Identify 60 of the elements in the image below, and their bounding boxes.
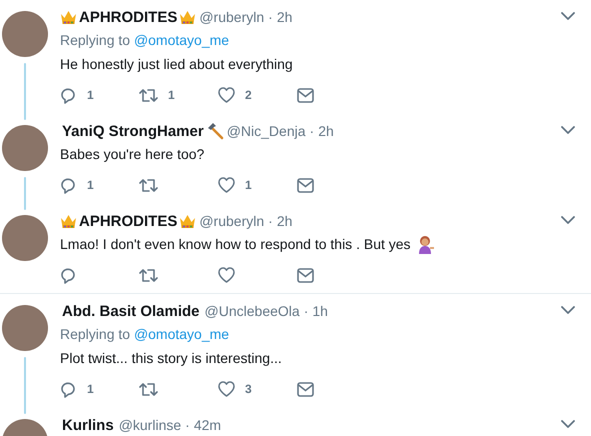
- separator-dot: ·: [185, 417, 190, 433]
- user-name[interactable]: YaniQ StrongHamer: [62, 122, 204, 140]
- retweet-icon[interactable]: [139, 266, 158, 284]
- separator-dot: ·: [268, 213, 273, 229]
- heart-icon[interactable]: [218, 267, 235, 283]
- tweet-text: Babes you're here too?: [60, 145, 204, 164]
- chevron-down-icon[interactable]: [561, 126, 575, 135]
- mention-link[interactable]: @omotayo_me: [134, 326, 230, 342]
- tweet-text: Plot twist... this story is interesting...: [60, 349, 282, 368]
- envelope-icon[interactable]: [297, 88, 314, 102]
- action-count: 1: [168, 88, 175, 102]
- envelope-icon[interactable]: [297, 268, 314, 282]
- replying-to-text: Replying to @omotayo_me: [60, 31, 230, 50]
- replying-to-text: Replying to @omotayo_me: [60, 325, 230, 344]
- avatar[interactable]: [2, 305, 48, 351]
- chevron-down-icon[interactable]: [561, 216, 575, 225]
- user-handle[interactable]: @Nic_Denja: [226, 123, 306, 139]
- retweet-icon[interactable]: [139, 380, 158, 398]
- timestamp[interactable]: 2h: [276, 213, 292, 229]
- reply-icon[interactable]: [60, 86, 77, 104]
- timestamp[interactable]: 2h: [276, 9, 292, 25]
- timestamp[interactable]: 42m: [194, 417, 222, 433]
- envelope-icon[interactable]: [297, 178, 314, 192]
- chevron-down-icon[interactable]: [561, 306, 575, 315]
- action-count: 2: [245, 88, 252, 102]
- user-name[interactable]: APHRODITES: [79, 212, 178, 230]
- heart-icon[interactable]: [218, 381, 235, 397]
- avatar[interactable]: [2, 125, 48, 171]
- retweet-icon[interactable]: [139, 176, 158, 194]
- reply-icon[interactable]: [60, 380, 77, 398]
- action-count: 1: [87, 382, 94, 396]
- retweet-icon[interactable]: [139, 86, 158, 104]
- separator-dot: ·: [268, 9, 273, 25]
- tweet-text: Lmao! I don't even know how to respond to this . But yes: [60, 235, 411, 254]
- envelope-icon[interactable]: [297, 382, 314, 396]
- tweet-text: He honestly just lied about everything: [60, 55, 293, 74]
- reply-icon[interactable]: [60, 266, 77, 284]
- user-handle[interactable]: @ruberyln: [199, 213, 264, 229]
- user-name[interactable]: Kurlins: [62, 416, 114, 434]
- chevron-down-icon[interactable]: [561, 420, 575, 429]
- action-count: 3: [245, 382, 252, 396]
- mention-link[interactable]: @omotayo_me: [134, 32, 230, 48]
- chevron-down-icon[interactable]: [561, 12, 575, 21]
- avatar[interactable]: [2, 215, 48, 261]
- heart-icon[interactable]: [218, 177, 235, 193]
- avatar[interactable]: [2, 11, 48, 57]
- user-handle[interactable]: @ruberyln: [199, 9, 264, 25]
- timestamp[interactable]: 1h: [312, 303, 328, 319]
- separator-dot: ·: [304, 303, 308, 319]
- action-count: 1: [245, 178, 252, 192]
- user-name[interactable]: APHRODITES: [79, 8, 178, 26]
- separator-dot: ·: [310, 123, 314, 139]
- reply-icon[interactable]: [60, 176, 77, 194]
- action-count: 1: [87, 178, 94, 192]
- action-count: 1: [87, 88, 94, 102]
- heart-icon[interactable]: [218, 87, 235, 103]
- user-handle[interactable]: @UnclebeeOla: [204, 303, 300, 319]
- user-handle[interactable]: @kurlinse: [118, 417, 182, 433]
- user-name[interactable]: Abd. Basit Olamide: [62, 302, 200, 320]
- timestamp[interactable]: 2h: [318, 123, 334, 139]
